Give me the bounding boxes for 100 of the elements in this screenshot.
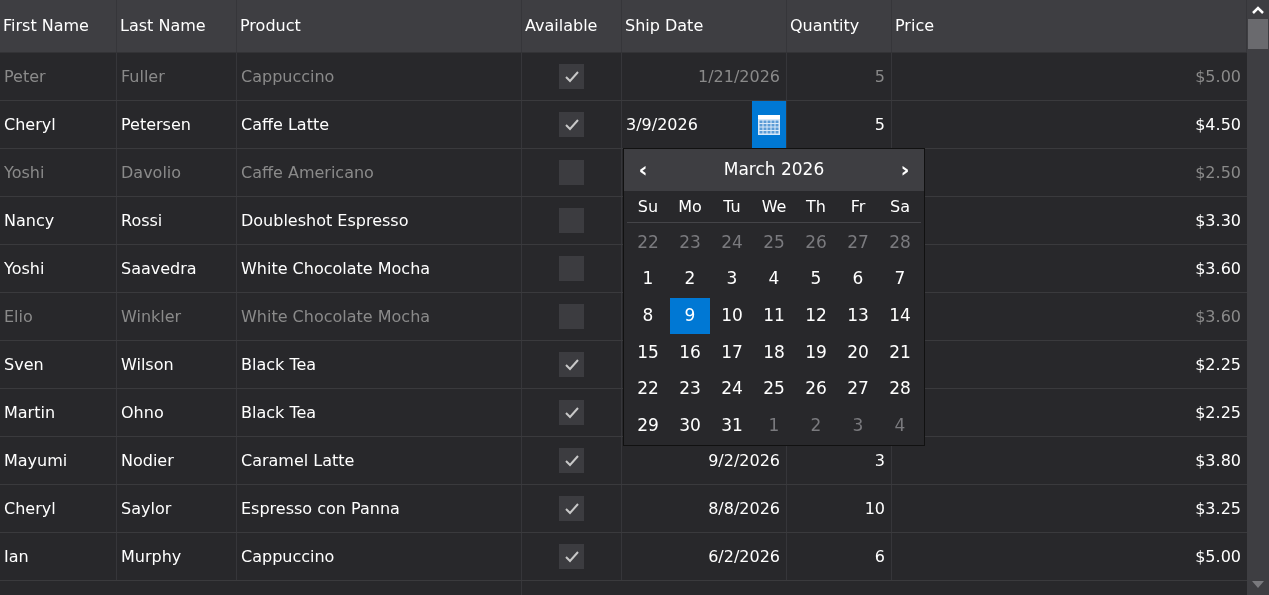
checkbox[interactable] bbox=[559, 112, 584, 137]
calendar-day[interactable]: 17 bbox=[712, 334, 752, 371]
table-cell-text: $5.00 bbox=[1195, 65, 1241, 88]
date-field[interactable]: 3/9/2026 bbox=[622, 101, 752, 148]
calendar-day[interactable]: 8 bbox=[628, 297, 668, 334]
calendar-day[interactable]: 30 bbox=[670, 407, 710, 444]
table-cell-text: Cheryl bbox=[4, 113, 56, 136]
column-header[interactable]: Last Name bbox=[117, 0, 237, 52]
table-cell-text: Ohno bbox=[121, 401, 164, 424]
calendar-day[interactable]: 13 bbox=[838, 297, 878, 334]
calendar-day[interactable]: 4 bbox=[754, 261, 794, 297]
table-cell-text: Cappuccino bbox=[241, 65, 335, 88]
table-cell-text: 9/2/2026 bbox=[708, 449, 780, 472]
table-cell-text: 10 bbox=[864, 497, 885, 520]
table-cell-text: Doubleshot Espresso bbox=[241, 209, 409, 232]
scrollbar-thumb[interactable] bbox=[1248, 19, 1268, 49]
calendar-day[interactable]: 1 bbox=[628, 261, 668, 297]
table-cell-text: White Chocolate Mocha bbox=[241, 305, 431, 328]
table-cell-text: $2.50 bbox=[1195, 161, 1241, 184]
scroll-down-icon[interactable] bbox=[1252, 581, 1264, 589]
calendar-day[interactable]: 2 bbox=[670, 261, 710, 297]
column-header[interactable]: Quantity bbox=[787, 0, 892, 52]
previous-month-button[interactable]: ‹ bbox=[634, 159, 652, 181]
calendar-day[interactable]: 29 bbox=[628, 407, 668, 444]
calendar-day[interactable]: 22 bbox=[628, 371, 668, 407]
weekday-label: Mo bbox=[678, 195, 702, 218]
table-cell-text: 8/8/2026 bbox=[708, 497, 780, 520]
calendar-day[interactable]: 3 bbox=[712, 261, 752, 297]
calendar-day[interactable]: 16 bbox=[670, 334, 710, 371]
scroll-up-icon[interactable] bbox=[1251, 5, 1265, 15]
check-icon bbox=[564, 358, 579, 371]
checkbox[interactable] bbox=[559, 400, 584, 425]
table-cell-text: Murphy bbox=[121, 545, 182, 568]
calendar-day[interactable]: 27 bbox=[838, 371, 878, 407]
table-cell-text: 3 bbox=[874, 449, 885, 472]
checkbox[interactable] bbox=[559, 352, 584, 377]
table-cell-text: $2.25 bbox=[1195, 353, 1241, 376]
calendar-day[interactable]: 15 bbox=[628, 334, 668, 371]
calendar-day[interactable]: 24 bbox=[712, 371, 752, 407]
table-cell-text: Black Tea bbox=[241, 353, 317, 376]
table-cell-text: 6/2/2026 bbox=[708, 545, 780, 568]
check-icon bbox=[564, 118, 579, 131]
checkbox[interactable] bbox=[559, 496, 584, 521]
table-cell-text: Peter bbox=[4, 65, 46, 88]
calendar-day[interactable]: 9 bbox=[670, 297, 710, 334]
table-cell-text: 6 bbox=[874, 545, 885, 568]
calendar-day[interactable]: 7 bbox=[880, 261, 920, 297]
table-cell-text: Wilson bbox=[121, 353, 174, 376]
table-cell-text: Cappuccino bbox=[241, 545, 335, 568]
table-cell-text: 5 bbox=[874, 65, 885, 88]
table-cell-text: Petersen bbox=[121, 113, 191, 136]
table-cell-text: Espresso con Panna bbox=[241, 497, 400, 520]
calendar-day[interactable]: 5 bbox=[796, 261, 836, 297]
calendar-day[interactable]: 21 bbox=[880, 334, 920, 371]
calendar-day[interactable]: 14 bbox=[880, 297, 920, 334]
column-header[interactable]: Available bbox=[522, 0, 622, 52]
calendar-day[interactable]: 10 bbox=[712, 297, 752, 334]
table-cell-text: Martin bbox=[4, 401, 56, 424]
table-cell-text: $5.00 bbox=[1195, 545, 1241, 568]
checkbox[interactable] bbox=[559, 544, 584, 569]
table-cell-text: Sven bbox=[4, 353, 44, 376]
table-cell-text: Yoshi bbox=[4, 161, 45, 184]
table-cell-text: Saavedra bbox=[121, 257, 197, 280]
column-header[interactable]: First Name bbox=[0, 0, 117, 52]
table-cell-text: 1/21/2026 bbox=[697, 65, 780, 88]
calendar-day[interactable]: 26 bbox=[796, 371, 836, 407]
month-title[interactable]: March 2026 bbox=[723, 157, 825, 183]
calendar-day[interactable]: 31 bbox=[712, 407, 752, 444]
calendar-button[interactable] bbox=[752, 101, 786, 148]
calendar-day[interactable]: 23 bbox=[670, 371, 710, 407]
calendar-day[interactable]: 6 bbox=[838, 261, 878, 297]
table-cell-text: $3.80 bbox=[1195, 449, 1241, 472]
next-month-button[interactable]: › bbox=[896, 159, 914, 181]
calendar-day[interactable]: 18 bbox=[754, 334, 794, 371]
table-cell-text: 5 bbox=[874, 113, 885, 136]
table-cell-text: $3.30 bbox=[1195, 209, 1241, 232]
scrollbar[interactable] bbox=[1247, 0, 1269, 595]
calendar-day[interactable]: 19 bbox=[796, 334, 836, 371]
calendar-day[interactable]: 12 bbox=[796, 297, 836, 334]
checkbox[interactable] bbox=[559, 448, 584, 473]
table-cell-text: $4.50 bbox=[1195, 113, 1241, 136]
column-header[interactable]: Ship Date bbox=[622, 0, 787, 52]
check-icon bbox=[564, 454, 579, 467]
column-header[interactable]: Product bbox=[237, 0, 522, 52]
table-cell-text: Yoshi bbox=[4, 257, 45, 280]
table-cell-text: Nancy bbox=[4, 209, 55, 232]
table-cell-text: Davolio bbox=[121, 161, 182, 184]
table-cell-text: Saylor bbox=[121, 497, 172, 520]
calendar-day[interactable]: 20 bbox=[838, 334, 878, 371]
weekday-label: Th bbox=[806, 195, 826, 218]
table-cell-text: White Chocolate Mocha bbox=[241, 257, 431, 280]
table-cell-text: $2.25 bbox=[1195, 401, 1241, 424]
calendar-day[interactable]: 25 bbox=[754, 371, 794, 407]
table-cell-text: $3.60 bbox=[1195, 305, 1241, 328]
calendar-day[interactable]: 28 bbox=[880, 371, 920, 407]
calendar-day[interactable]: 11 bbox=[754, 297, 794, 334]
table-cell-text: Caffe Americano bbox=[241, 161, 374, 184]
weekday-label: Fr bbox=[850, 195, 866, 218]
table-cell-text: Mayumi bbox=[4, 449, 68, 472]
table-cell-text: Black Tea bbox=[241, 401, 317, 424]
